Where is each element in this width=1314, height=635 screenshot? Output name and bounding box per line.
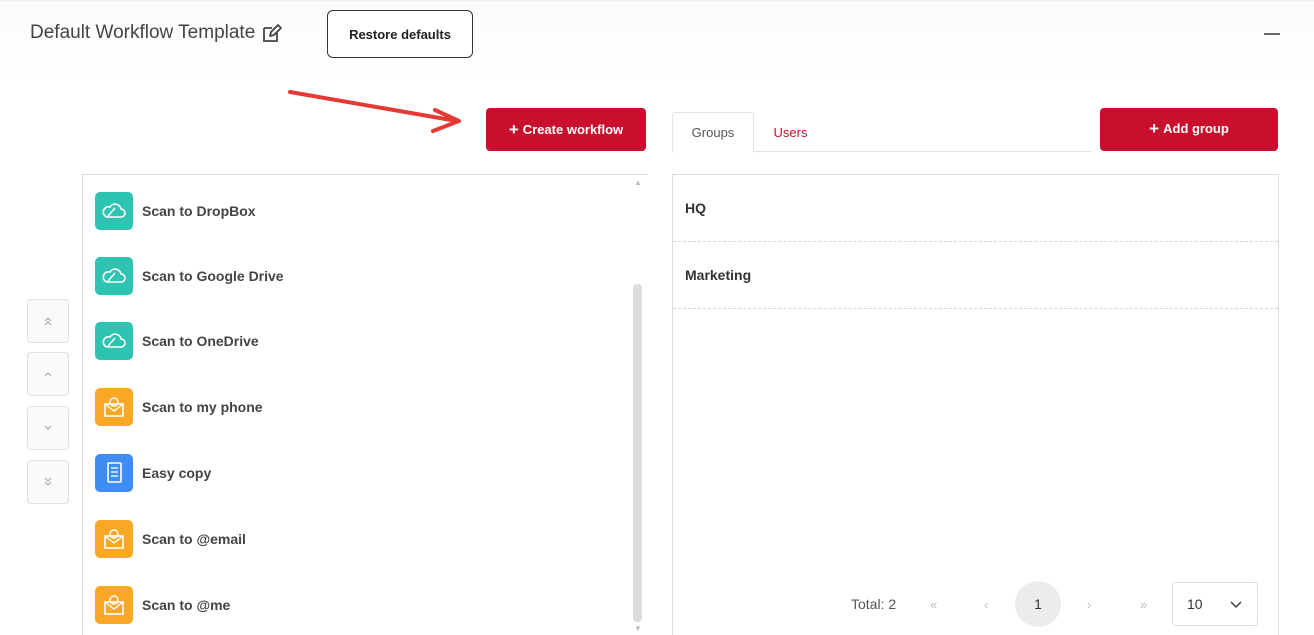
workflow-item[interactable]: Easy copy — [95, 453, 211, 493]
chevron-down-icon — [1230, 601, 1242, 609]
email-envelope-icon — [95, 520, 133, 558]
plus-icon: + — [1149, 119, 1160, 138]
cloud-icon — [95, 322, 133, 360]
prev-page-button[interactable]: ‹ — [984, 581, 988, 627]
last-page-button[interactable]: » — [1140, 581, 1147, 627]
move-down-button[interactable] — [27, 406, 69, 450]
workflow-item[interactable]: Scan to @me — [95, 585, 230, 625]
email-envelope-icon — [95, 388, 133, 426]
tabs: Groups Users — [672, 112, 1092, 153]
page-size-value: 10 — [1187, 596, 1203, 612]
move-bottom-button[interactable] — [27, 460, 69, 504]
email-envelope-icon — [95, 586, 133, 624]
cloud-icon — [95, 192, 133, 230]
restore-defaults-button[interactable]: Restore defaults — [327, 10, 473, 58]
workflow-label: Scan to @email — [142, 531, 246, 547]
next-page-button[interactable]: › — [1087, 581, 1091, 627]
minus-icon[interactable] — [1264, 33, 1280, 35]
move-up-button[interactable] — [27, 352, 69, 396]
page-title: Default Workflow Template — [30, 22, 283, 44]
workflow-item[interactable]: Scan to OneDrive — [95, 321, 259, 361]
annotation-arrow — [288, 90, 461, 133]
first-page-button[interactable]: « — [930, 581, 937, 627]
workflow-label: Scan to @me — [142, 597, 231, 613]
cloud-icon — [95, 257, 133, 295]
scrollbar-thumb[interactable] — [633, 284, 642, 622]
move-top-button[interactable] — [27, 299, 69, 343]
tab-groups[interactable]: Groups — [672, 112, 754, 153]
page-size-select[interactable]: 10 — [1172, 582, 1258, 626]
workflow-label: Easy copy — [142, 465, 212, 481]
workflow-label: Scan to DropBox — [142, 203, 256, 219]
move-down-icon — [44, 425, 52, 430]
workflow-item[interactable]: Scan to Google Drive — [95, 256, 284, 296]
pagination-total: Total: 2 — [851, 596, 897, 612]
scroll-down-arrow[interactable]: ▼ — [634, 624, 642, 633]
move-bottom-icon — [44, 477, 52, 486]
workflow-label: Scan to my phone — [142, 399, 263, 415]
document-copy-icon — [95, 454, 133, 492]
scroll-up-arrow[interactable]: ▲ — [634, 178, 642, 187]
edit-icon[interactable] — [261, 22, 283, 44]
workflow-item[interactable]: Scan to DropBox — [95, 191, 256, 231]
add-group-label: Add group — [1163, 121, 1229, 136]
group-row[interactable]: HQ — [673, 175, 1278, 242]
workflow-label: Scan to OneDrive — [142, 333, 259, 349]
move-up-icon — [44, 372, 52, 377]
group-row[interactable]: Marketing — [673, 242, 1278, 309]
workflow-label: Scan to Google Drive — [142, 268, 284, 284]
create-workflow-button[interactable]: + Create workflow — [486, 108, 646, 151]
page-number-current[interactable]: 1 — [1015, 581, 1061, 627]
groups-list: HQ Marketing — [672, 174, 1279, 635]
add-group-button[interactable]: + Add group — [1100, 108, 1278, 151]
workflow-item[interactable]: Scan to @email — [95, 519, 246, 559]
plus-icon: + — [508, 120, 519, 139]
workflow-list: Scan to DropBox Scan to Google Drive Sca… — [82, 174, 648, 635]
workflow-item[interactable]: Scan to my phone — [95, 387, 263, 427]
page-title-text: Default Workflow Template — [30, 22, 256, 43]
create-workflow-label: Create workflow — [522, 122, 624, 137]
move-top-icon — [44, 317, 52, 326]
tab-users[interactable]: Users — [768, 112, 813, 152]
